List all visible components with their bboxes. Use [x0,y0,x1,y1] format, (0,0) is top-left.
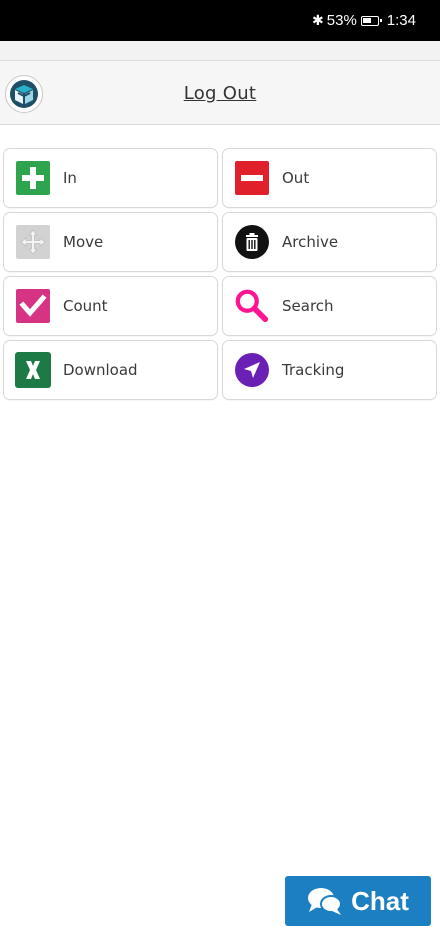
chat-button[interactable]: Chat [285,876,431,926]
plus-icon [15,160,51,196]
tile-count[interactable]: Count [3,276,218,336]
tile-label: Download [63,361,138,379]
tile-label: In [63,169,77,187]
tile-move[interactable]: Move [3,212,218,272]
trash-icon [234,224,270,260]
logout-link[interactable]: Log Out [0,61,440,125]
tile-search[interactable]: Search [222,276,437,336]
minus-icon [234,160,270,196]
tile-label: Tracking [282,361,345,379]
top-strip [0,41,440,61]
tile-label: Count [63,297,108,315]
status-bar: ✱ 53% 1:34 [0,0,440,41]
tile-in[interactable]: In [3,148,218,208]
tile-label: Move [63,233,104,251]
tile-out[interactable]: Out [222,148,437,208]
action-grid: In Out Move Archive Count Search Downloa… [3,148,437,400]
tile-archive[interactable]: Archive [222,212,437,272]
tile-label: Archive [282,233,339,251]
search-icon [234,288,270,324]
excel-icon [15,352,51,388]
chat-bubbles-icon [307,886,343,916]
tile-tracking[interactable]: Tracking [222,340,437,400]
app-header: Log Out [0,61,440,125]
clock: 1:34 [386,12,416,29]
box-logo-icon[interactable] [5,75,43,113]
checkbox-icon [15,288,51,324]
move-arrows-icon [15,224,51,260]
battery-percent: 53% [326,12,357,29]
tile-download[interactable]: Download [3,340,218,400]
tile-label: Out [282,169,310,187]
battery-icon [360,15,382,26]
chat-label: Chat [351,885,409,916]
bluetooth-icon: ✱ [312,12,324,28]
navigation-icon [234,352,270,388]
tile-label: Search [282,297,334,315]
